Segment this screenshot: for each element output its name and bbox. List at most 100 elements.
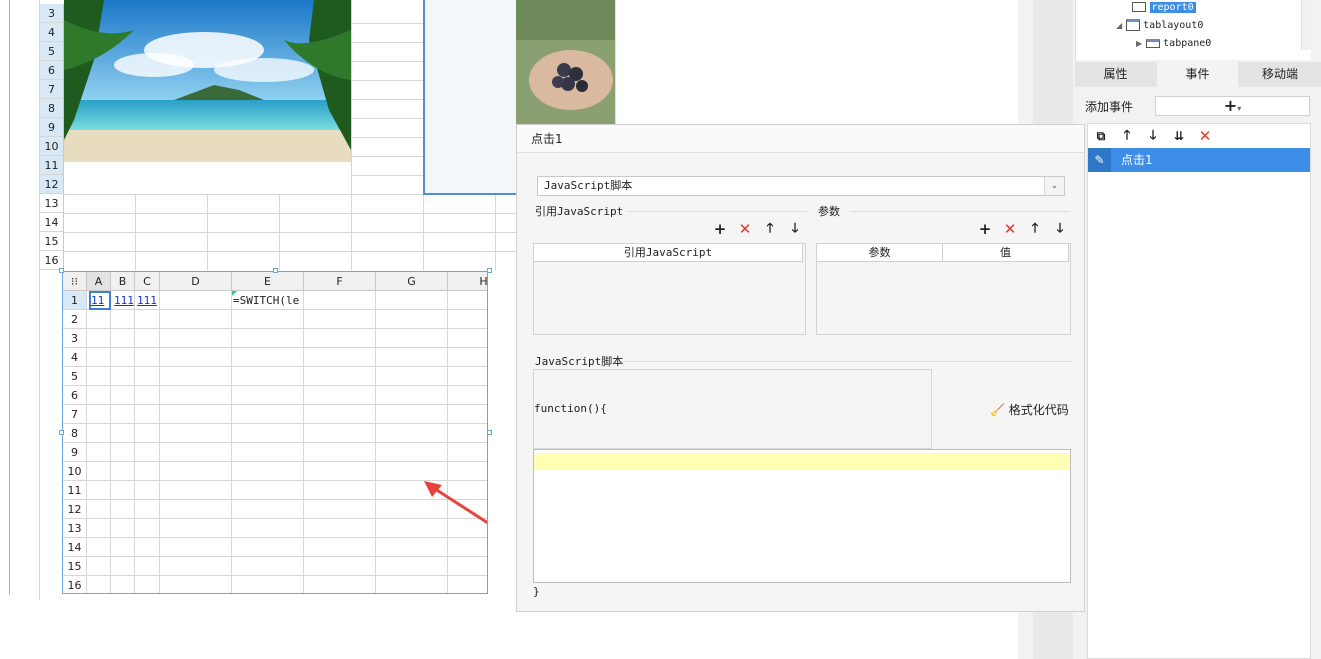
cell-e1-formula[interactable]: =SWITCH(le	[233, 291, 299, 310]
column-header[interactable]: E	[232, 272, 304, 291]
row-header[interactable]: 13	[63, 519, 87, 538]
canvas-area	[615, 0, 1018, 124]
format-code-button[interactable]: 🧹 格式化代码	[990, 401, 1069, 418]
copy-event-button[interactable]: ⧉	[1093, 128, 1109, 144]
chevron-down-icon[interactable]: ⌄	[1044, 177, 1064, 195]
row-header[interactable]: 15	[63, 557, 87, 576]
row-header[interactable]: 8	[63, 424, 87, 443]
move-down-button[interactable]: 🡓	[1145, 128, 1161, 144]
row-header[interactable]: 6	[40, 61, 64, 80]
column-header[interactable]: C	[135, 272, 160, 291]
row-header[interactable]: 10	[40, 137, 64, 156]
add-param-button[interactable]: +	[977, 221, 993, 237]
cell-c1[interactable]: 111	[137, 291, 157, 310]
param-up-button[interactable]: 🡑	[1027, 221, 1043, 237]
brush-icon: 🧹	[990, 403, 1005, 417]
move-to-bottom-button[interactable]: ⇊	[1171, 128, 1187, 144]
column-header[interactable]: H	[448, 272, 487, 291]
tab-mobile[interactable]: 移动端	[1239, 62, 1321, 87]
row-header[interactable]: 12	[40, 175, 64, 194]
delete-param-button[interactable]: ✕	[1002, 221, 1018, 237]
dialog-title: 点击1	[517, 125, 1084, 153]
top-spreadsheet[interactable]: 3 4 5 6 7 8 9 10 11 12 13 14 15 16	[0, 0, 516, 270]
resize-handle[interactable]	[59, 430, 64, 435]
embedded-spreadsheet[interactable]: ⁝⁝ A B C D E F G H 1 2 3 4 5 6 7 8 9 10 11 12 13 14 15…	[62, 271, 488, 594]
add-event-label: 添加事件	[1085, 100, 1134, 114]
collapse-triangle-icon[interactable]: ▶	[1136, 39, 1142, 48]
row-header[interactable]: 5	[40, 42, 64, 61]
selected-block[interactable]	[423, 0, 516, 195]
tab-events[interactable]: 事件	[1157, 62, 1238, 87]
tab-properties[interactable]: 属性	[1075, 62, 1156, 87]
select-all-corner[interactable]: ⁝⁝	[63, 272, 87, 291]
row-header[interactable]: 11	[63, 481, 87, 500]
row-header[interactable]: 16	[63, 576, 87, 593]
add-ref-js-button[interactable]: +	[712, 221, 728, 237]
function-header-frame: function(){	[533, 369, 932, 449]
row-header[interactable]: 4	[40, 23, 64, 42]
row-header[interactable]: 4	[63, 348, 87, 367]
row-header[interactable]: 3	[63, 329, 87, 348]
tree-node-tabpane0[interactable]: ▶ tabpane0	[1136, 35, 1211, 51]
column-header[interactable]: D	[160, 272, 232, 291]
row-header[interactable]: 1	[63, 291, 87, 310]
row-header[interactable]: 15	[40, 232, 64, 251]
column-header[interactable]: F	[304, 272, 376, 291]
add-event-dropdown[interactable]: +▾	[1155, 96, 1310, 116]
tablayout-icon	[1125, 19, 1140, 31]
current-line-highlight	[534, 453, 1070, 470]
params-table[interactable]: 参数 值	[816, 243, 1071, 335]
row-header[interactable]: 9	[63, 443, 87, 462]
event-dialog: 点击1 JavaScript脚本 ⌄ 引用JavaScript + ✕ 🡑 🡓 …	[516, 124, 1085, 612]
row-header[interactable]: 6	[63, 386, 87, 405]
tree-node-tablayout0[interactable]: ◢ tablayout0	[1116, 17, 1203, 33]
row-header[interactable]: 7	[63, 405, 87, 424]
move-up-button[interactable]: 🡑	[1119, 128, 1135, 144]
script-editor[interactable]	[533, 449, 1071, 583]
row-header[interactable]: 10	[63, 462, 87, 481]
panel-tabs: 属性 事件 移动端	[1075, 62, 1321, 87]
event-type-select[interactable]: JavaScript脚本 ⌄	[537, 176, 1065, 196]
delete-ref-js-button[interactable]: ✕	[737, 221, 753, 237]
row-header[interactable]: 7	[40, 80, 64, 99]
resize-handle[interactable]	[59, 268, 64, 273]
event-item[interactable]: ✎ 点击1	[1088, 148, 1310, 172]
ref-js-table[interactable]: 引用JavaScript	[533, 243, 806, 335]
row-header[interactable]: 11	[40, 156, 64, 175]
param-column-header[interactable]: 参数	[817, 244, 943, 262]
tree-scrollbar[interactable]	[1301, 0, 1311, 50]
berries-in-hand-image	[516, 0, 615, 124]
row-header[interactable]: 12	[63, 500, 87, 519]
tabpane-icon	[1145, 38, 1160, 48]
row-header[interactable]: 3	[40, 4, 64, 23]
row-header[interactable]: 14	[40, 213, 64, 232]
event-list[interactable]: ⧉ 🡑 🡓 ⇊ ✕ ✎ 点击1	[1087, 123, 1311, 659]
value-column-header[interactable]: 值	[943, 244, 1069, 262]
row-header[interactable]: 5	[63, 367, 87, 386]
ref-js-down-button[interactable]: 🡓	[787, 221, 803, 237]
chevron-down-icon: ▾	[1237, 104, 1242, 113]
delete-event-button[interactable]: ✕	[1197, 128, 1213, 144]
ref-js-up-button[interactable]: 🡑	[762, 221, 778, 237]
row-header[interactable]: 13	[40, 194, 64, 213]
resize-handle[interactable]	[273, 268, 278, 273]
param-down-button[interactable]: 🡓	[1052, 221, 1068, 237]
red-arrow-annotation	[424, 481, 487, 525]
expand-triangle-icon[interactable]: ◢	[1116, 21, 1122, 30]
widget-tree[interactable]: report0 ◢ tablayout0 ▶ tabpane0	[1075, 0, 1311, 60]
resize-handle[interactable]	[487, 268, 492, 273]
column-header[interactable]: G	[376, 272, 448, 291]
tree-node-report0[interactable]: report0	[1132, 0, 1196, 15]
cell-b1[interactable]: 111	[114, 291, 134, 310]
report-icon	[1132, 2, 1146, 12]
row-header[interactable]: 9	[40, 118, 64, 137]
edit-pencil-icon[interactable]: ✎	[1088, 148, 1111, 172]
column-header[interactable]: A	[87, 272, 111, 291]
resize-handle[interactable]	[487, 430, 492, 435]
row-header[interactable]: 2	[63, 310, 87, 329]
column-header[interactable]: B	[111, 272, 135, 291]
row-header[interactable]: 8	[40, 99, 64, 118]
cell-a1[interactable]: 11	[89, 291, 111, 310]
row-header[interactable]: 14	[63, 538, 87, 557]
ref-js-column-header[interactable]: 引用JavaScript	[534, 244, 803, 262]
